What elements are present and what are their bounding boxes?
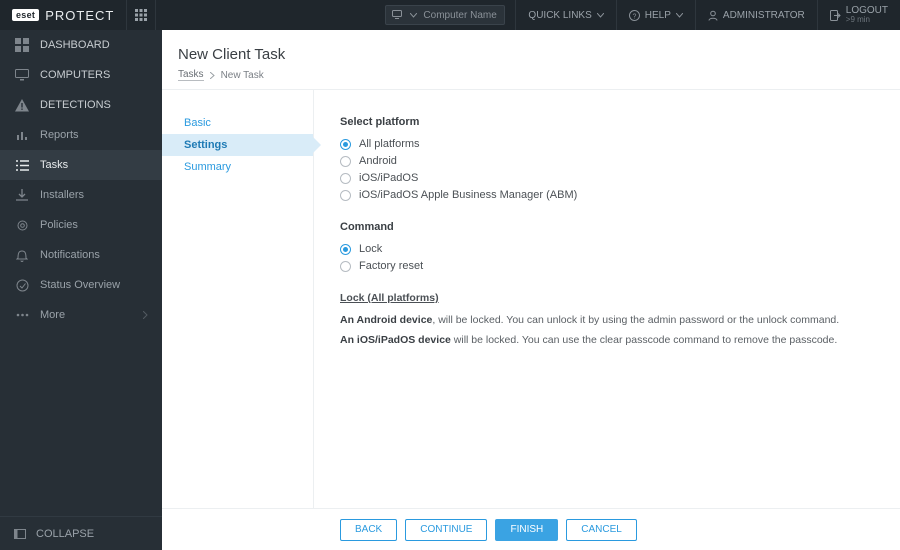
- sidebar-item-policies[interactable]: Policies: [0, 210, 162, 240]
- platform-option-abm[interactable]: iOS/iPadOS Apple Business Manager (ABM): [340, 187, 874, 203]
- grid-icon: [135, 9, 147, 21]
- page-title: New Client Task: [178, 46, 884, 63]
- sidebar-item-label: More: [40, 309, 65, 321]
- description-ios: An iOS/iPadOS device will be locked. You…: [340, 334, 874, 346]
- radio-label: Android: [359, 155, 397, 167]
- more-icon: [16, 313, 29, 317]
- sidebar-item-label: Notifications: [40, 249, 100, 261]
- brand: eset PROTECT: [0, 0, 126, 30]
- step-basic[interactable]: Basic: [162, 112, 313, 134]
- dashboard-icon: [15, 38, 29, 52]
- settings-panel: Select platform All platforms Android iO…: [314, 90, 900, 508]
- command-option-lock[interactable]: Lock: [340, 241, 874, 257]
- search-placeholder: Computer Name: [423, 10, 496, 21]
- tasks-icon: [16, 160, 29, 171]
- sidebar-item-notifications[interactable]: Notifications: [0, 240, 162, 270]
- monitor-icon: [15, 69, 29, 81]
- section-title-platform: Select platform: [340, 116, 874, 128]
- radio-label: Lock: [359, 243, 382, 255]
- radio-label: iOS/iPadOS: [359, 172, 418, 184]
- sidebar-item-label: Status Overview: [40, 279, 120, 291]
- breadcrumb-current: New Task: [221, 70, 264, 81]
- collapse-sidebar-button[interactable]: COLLAPSE: [0, 516, 162, 550]
- step-summary[interactable]: Summary: [162, 156, 313, 178]
- section-title-command: Command: [340, 221, 874, 233]
- chevron-down-icon: [676, 13, 683, 18]
- chevron-down-icon: [597, 13, 604, 18]
- radio-label: Factory reset: [359, 260, 423, 272]
- admin-menu[interactable]: ADMINISTRATOR: [695, 0, 817, 30]
- radio-icon: [340, 156, 351, 167]
- sidebar: DASHBOARD COMPUTERS DETECTIONS Reports T…: [0, 30, 162, 550]
- sidebar-item-label: COMPUTERS: [40, 69, 110, 81]
- sidebar-item-label: DASHBOARD: [40, 39, 110, 51]
- wizard-footer: BACK CONTINUE FINISH CANCEL: [162, 508, 900, 550]
- step-settings[interactable]: Settings: [162, 134, 313, 156]
- cancel-button[interactable]: CANCEL: [566, 519, 637, 541]
- finish-button[interactable]: FINISH: [495, 519, 558, 541]
- sidebar-item-label: DETECTIONS: [40, 99, 111, 111]
- logout-button[interactable]: LOGOUT >9 min: [817, 0, 900, 30]
- bell-icon: [16, 249, 28, 262]
- sidebar-item-tasks[interactable]: Tasks: [0, 150, 162, 180]
- breadcrumb: Tasks New Task: [178, 69, 884, 81]
- sidebar-item-reports[interactable]: Reports: [0, 120, 162, 150]
- description-android: An Android device, will be locked. You c…: [340, 314, 874, 326]
- chevron-right-icon: [210, 72, 215, 79]
- sidebar-item-label: Tasks: [40, 159, 68, 171]
- user-icon: [708, 10, 718, 21]
- chevron-right-icon: [143, 311, 148, 319]
- radio-icon: [340, 190, 351, 201]
- sidebar-item-more[interactable]: More: [0, 300, 162, 330]
- logout-icon: [830, 10, 841, 21]
- collapse-label: COLLAPSE: [36, 528, 94, 540]
- back-button[interactable]: BACK: [340, 519, 397, 541]
- topbar: eset PROTECT Computer Name QUICK LINKS ?…: [0, 0, 900, 30]
- radio-label: All platforms: [359, 138, 420, 150]
- warning-icon: [15, 99, 29, 112]
- help-menu[interactable]: ? HELP: [616, 0, 695, 30]
- sidebar-item-dashboard[interactable]: DASHBOARD: [0, 30, 162, 60]
- sidebar-item-status[interactable]: Status Overview: [0, 270, 162, 300]
- breadcrumb-root[interactable]: Tasks: [178, 69, 204, 81]
- reports-icon: [16, 129, 29, 142]
- radio-label: iOS/iPadOS Apple Business Manager (ABM): [359, 189, 577, 201]
- installers-icon: [16, 189, 28, 202]
- monitor-icon: [392, 10, 404, 20]
- command-option-factory[interactable]: Factory reset: [340, 258, 874, 274]
- apps-switcher-button[interactable]: [126, 0, 156, 30]
- radio-icon: [340, 261, 351, 272]
- platform-option-all[interactable]: All platforms: [340, 136, 874, 152]
- platform-option-ios[interactable]: iOS/iPadOS: [340, 170, 874, 186]
- page-header: New Client Task Tasks New Task: [162, 30, 900, 89]
- sidebar-item-detections[interactable]: DETECTIONS: [0, 90, 162, 120]
- brand-name: PROTECT: [45, 8, 114, 23]
- status-icon: [16, 279, 29, 292]
- radio-icon: [340, 173, 351, 184]
- collapse-icon: [14, 529, 26, 539]
- sidebar-item-label: Policies: [40, 219, 78, 231]
- sidebar-item-installers[interactable]: Installers: [0, 180, 162, 210]
- wizard-steps: Basic Settings Summary: [162, 90, 314, 508]
- quick-links-menu[interactable]: QUICK LINKS: [515, 0, 615, 30]
- sidebar-item-label: Reports: [40, 129, 79, 141]
- chevron-down-icon: [410, 13, 417, 18]
- radio-icon: [340, 244, 351, 255]
- gear-icon: [16, 219, 29, 232]
- radio-icon: [340, 139, 351, 150]
- search-input[interactable]: Computer Name: [385, 5, 505, 25]
- platform-option-android[interactable]: Android: [340, 153, 874, 169]
- sidebar-item-label: Installers: [40, 189, 84, 201]
- main: New Client Task Tasks New Task Basic Set…: [162, 30, 900, 550]
- description-heading: Lock (All platforms): [340, 292, 874, 304]
- sidebar-item-computers[interactable]: COMPUTERS: [0, 60, 162, 90]
- continue-button[interactable]: CONTINUE: [405, 519, 487, 541]
- brand-badge: eset: [12, 9, 39, 21]
- help-icon: ?: [629, 10, 640, 21]
- svg-text:?: ?: [632, 13, 636, 20]
